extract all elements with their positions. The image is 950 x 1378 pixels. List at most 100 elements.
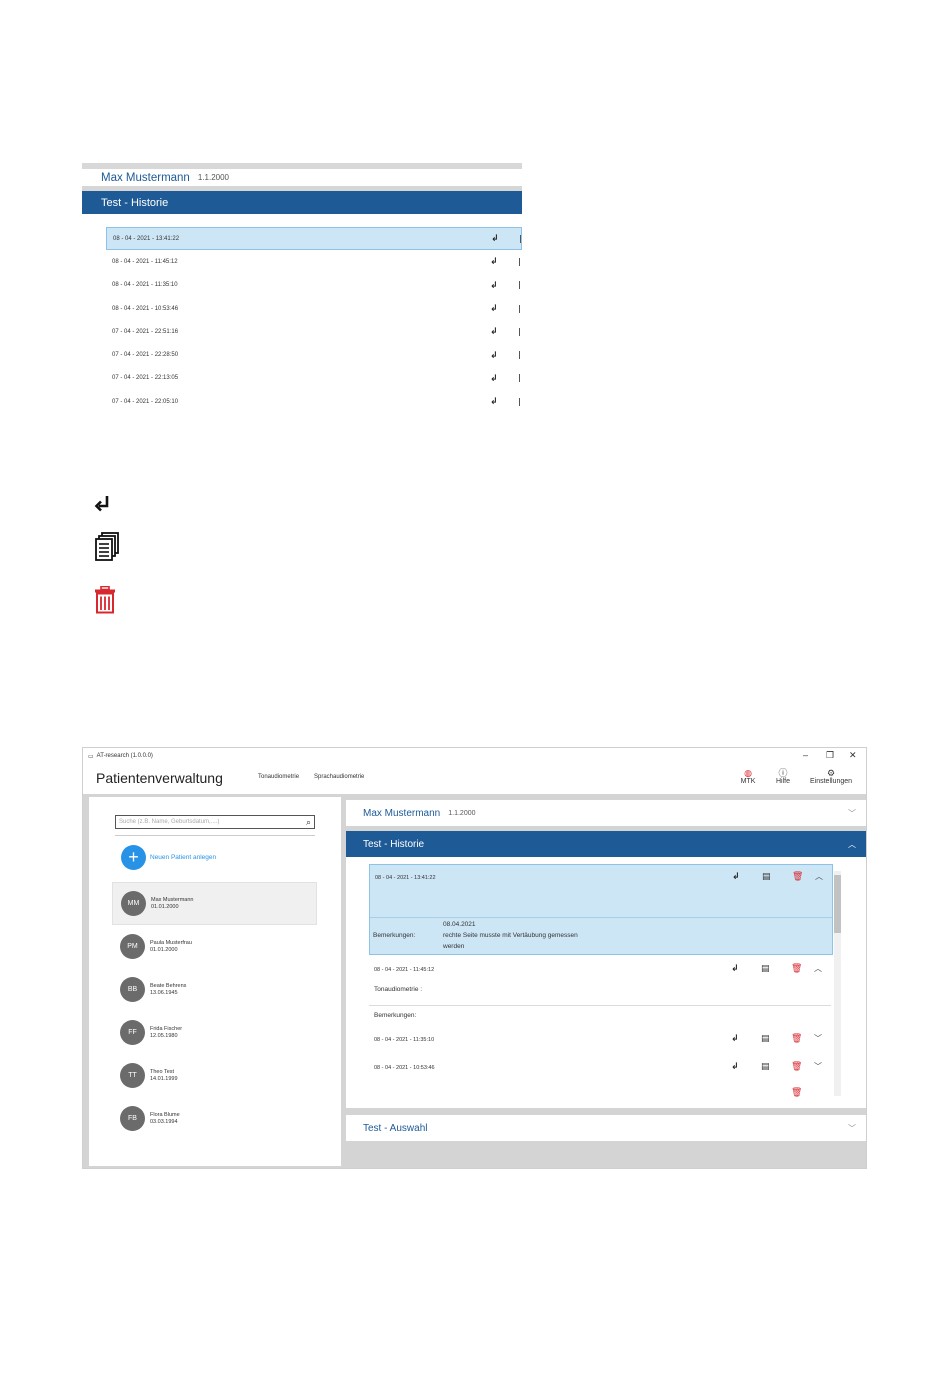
patient-list-dob: 12.05.1980	[150, 1032, 178, 1039]
return-icon[interactable]: ↲	[490, 326, 498, 337]
patient-list-name: Flora Blume	[150, 1111, 180, 1118]
chevron-down-icon[interactable]: ﹀	[814, 1061, 822, 1072]
scrollbar-thumb[interactable]	[834, 875, 841, 933]
new-patient-button[interactable]: + Neuen Patient anlegen	[121, 845, 216, 870]
patient-list-name: Max Mustermann	[151, 896, 194, 903]
preview-patient-name: Max Mustermann	[101, 171, 190, 184]
close-button[interactable]: ✕	[849, 750, 857, 761]
app-title: Patientenverwaltung	[96, 770, 223, 786]
history-entry[interactable]: 08 - 04 - 2021 - 13:41:22 ↲ ▤ 🗑 ︿ 08.04.2021 B…	[369, 864, 833, 955]
return-icon[interactable]: ↲	[491, 233, 499, 244]
return-icon[interactable]: ↲	[731, 1033, 739, 1044]
history-timestamp: 08 - 04 - 2021 - 10:53:46	[374, 1065, 435, 1071]
patient-list-item[interactable]: PM Paula Musterfrau 01.01.2000	[112, 925, 317, 968]
app-body: Suche (z.B. Name, Geburtsdatum,....) ⌕ +…	[83, 794, 866, 1168]
history-row[interactable]: 08 - 04 - 2021 - 11:35:10 ↲	[106, 274, 522, 297]
help-button[interactable]: ⓘ Hilfe	[763, 768, 803, 785]
search-icon[interactable]: ⌕	[306, 816, 311, 828]
patient-list-item[interactable]: FF Frida Fischer 12.05.1980	[112, 1011, 317, 1054]
history-row[interactable]: 07 - 04 - 2021 - 22:51:16 ↲	[106, 320, 522, 343]
trash-icon[interactable]: 🗑	[792, 871, 803, 882]
historie-list: 08 - 04 - 2021 - 13:41:22 ↲ ▤ 🗑 ︿ 08.04.2021 B…	[346, 857, 866, 1108]
history-row[interactable]: 08 - 04 - 2021 - 13:41:22 ↲	[106, 227, 522, 251]
trash-icon[interactable]: 🗑	[791, 1061, 802, 1072]
return-icon[interactable]: ↲	[490, 280, 498, 291]
patient-list-item[interactable]: MM Max Mustermann 01.01.2000	[112, 882, 317, 925]
mtk-icon: ◍	[744, 768, 752, 778]
patient-info: Frida Fischer 12.05.1980	[150, 1026, 182, 1040]
tab-sprachaudiometrie[interactable]: Sprachaudiometrie	[314, 774, 364, 780]
trash-icon[interactable]: 🗑	[791, 963, 802, 974]
history-row[interactable]: 07 - 04 - 2021 - 22:13:05 ↲	[106, 367, 522, 390]
copy-icon[interactable]: ▤	[761, 963, 770, 974]
help-icon: ⓘ	[778, 768, 788, 778]
copy-icon[interactable]: ▤	[761, 1061, 770, 1072]
history-timestamp: 07 - 04 - 2021 - 22:05:10	[112, 398, 179, 405]
divider	[369, 1005, 831, 1006]
history-row[interactable]: 07 - 04 - 2021 - 22:28:50 ↲	[106, 343, 522, 366]
minimize-button[interactable]: –	[803, 750, 808, 760]
settings-button[interactable]: ⚙ Einstellungen	[809, 768, 853, 785]
history-row[interactable]: 08 - 04 - 2021 - 11:45:12 ↲	[106, 250, 522, 273]
chevron-down-icon[interactable]: ﹀	[814, 1033, 822, 1044]
history-entry[interactable]: 08 - 04 - 2021 - 11:45:12 ↲ ▤ 🗑 ︿ Tonaudiomet…	[369, 957, 833, 1027]
avatar: BB	[120, 977, 145, 1002]
return-icon[interactable]: ↲	[490, 350, 498, 361]
avatar: FF	[120, 1020, 145, 1045]
chevron-up-icon[interactable]: ︿	[848, 839, 856, 850]
patient-info: Beate Behrens 13.06.1945	[150, 983, 186, 997]
chevron-up-icon[interactable]: ︿	[814, 963, 822, 974]
history-row[interactable]: 07 - 04 - 2021 - 22:05:10 ↲	[106, 390, 522, 413]
return-icon[interactable]: ↲	[490, 303, 498, 314]
history-entry[interactable]: 08 - 04 - 2021 - 10:53:46 ↲ ▤ 🗑 ﹀	[369, 1055, 833, 1081]
patient-info: Paula Musterfrau 01.01.2000	[150, 940, 192, 954]
patient-list-name: Paula Musterfrau	[150, 939, 192, 946]
history-timestamp: 08 - 04 - 2021 - 11:35:10	[112, 282, 178, 289]
patient-list-dob: 01.01.2000	[151, 903, 179, 910]
history-entry[interactable]: 🗑	[369, 1083, 833, 1108]
return-icon[interactable]: ↲	[490, 256, 498, 267]
preview-patient-dob: 1.1.2000	[197, 173, 229, 182]
search-input[interactable]: Suche (z.B. Name, Geburtsdatum,....) ⌕	[115, 815, 315, 829]
historie-section-header[interactable]: Test - Historie ︿	[346, 831, 866, 857]
return-icon[interactable]: ↲	[732, 871, 740, 882]
return-icon[interactable]: ↲	[731, 1061, 739, 1072]
patient-header[interactable]: Max Mustermann 1.1.2000 ﹀	[346, 800, 866, 826]
patient-list-dob: 03.03.1994	[150, 1118, 178, 1125]
history-timestamp: 07 - 04 - 2021 - 22:13:05	[112, 375, 179, 382]
history-timestamp: 08 - 04 - 2021 - 10:53:46	[112, 305, 179, 312]
window-title: AT-research (1.0.0.0)	[96, 753, 153, 759]
tab-tonaudiometrie[interactable]: Tonaudiometrie	[258, 774, 299, 780]
trash-icon[interactable]: 🗑	[791, 1033, 802, 1044]
preview-patient-header[interactable]: Max Mustermann 1.1.2000	[82, 169, 522, 191]
remarks-label: Bemerkungen:	[373, 932, 416, 939]
history-timestamp: 07 - 04 - 2021 - 22:51:16	[112, 328, 179, 335]
auswahl-title: Test - Auswahl	[363, 1122, 428, 1134]
chevron-up-icon[interactable]: ︿	[815, 871, 823, 882]
history-row[interactable]: 08 - 04 - 2021 - 10:53:46 ↲	[106, 297, 522, 320]
patient-list-item[interactable]: FB Flora Blume 03.03.1994	[112, 1097, 317, 1140]
history-entry[interactable]: 08 - 04 - 2021 - 11:35:10 ↲ ▤ 🗑 ﹀	[369, 1027, 833, 1053]
return-icon[interactable]: ↲	[731, 963, 739, 974]
divider	[519, 351, 520, 360]
patient-list-item[interactable]: BB Beate Behrens 13.06.1945	[112, 968, 317, 1011]
return-icon[interactable]: ↲	[490, 373, 498, 384]
copy-icon[interactable]: ▤	[761, 1033, 770, 1044]
trash-icon[interactable]: 🗑	[791, 1087, 802, 1098]
divider	[115, 835, 315, 836]
restore-button[interactable]: ❐	[826, 750, 834, 761]
avatar: PM	[120, 934, 145, 959]
copy-icon[interactable]: ▤	[762, 871, 771, 882]
divider	[370, 917, 832, 918]
patient-list-item[interactable]: TT Theo Test 14.01.1999	[112, 1054, 317, 1097]
chevron-down-icon[interactable]: ﹀	[848, 808, 856, 819]
chevron-down-icon[interactable]: ﹀	[848, 1123, 856, 1134]
plus-icon: +	[121, 845, 146, 870]
preview-section-title[interactable]: Test - Historie	[82, 191, 522, 214]
mtk-button[interactable]: ◍ MTK	[728, 768, 768, 785]
help-label: Hilfe	[775, 778, 790, 785]
patient-list-dob: 13.06.1945	[150, 989, 178, 996]
return-icon[interactable]: ↲	[490, 396, 498, 407]
auswahl-section-header[interactable]: Test - Auswahl ﹀	[346, 1115, 866, 1141]
history-timestamp: 08 - 04 - 2021 - 11:35:10	[374, 1037, 435, 1043]
